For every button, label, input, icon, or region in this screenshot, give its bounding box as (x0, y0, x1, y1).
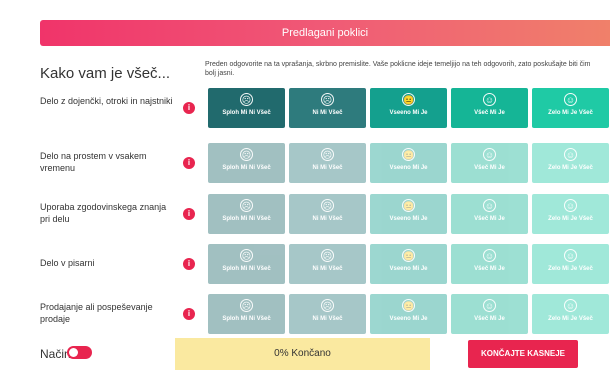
option-label: Vseeno Mi Je (389, 316, 428, 322)
option-button-5[interactable]: ☺ Zelo Mi Je Všeč (532, 194, 609, 234)
question-label: Delo v pisarni (40, 258, 95, 268)
question-row: Prodajanje ali pospeševanje prodaje i ☹ Spl… (0, 294, 610, 344)
option-button-2[interactable]: ☹ Ni Mi Všeč (289, 294, 366, 334)
option-button-2[interactable]: ☹ Ni Mi Všeč (289, 194, 366, 234)
happy-face-icon: ☺ (483, 148, 496, 161)
neutral-face-icon: 😐 (402, 93, 415, 106)
option-label: Ni Mi Všeč (312, 110, 343, 116)
option-button-3[interactable]: 😐 Vseeno Mi Je (370, 244, 447, 284)
option-button-3[interactable]: 😐 Vseeno Mi Je (370, 194, 447, 234)
option-label: Zelo Mi Je Všeč (548, 316, 593, 322)
option-button-5[interactable]: ☺ Zelo Mi Je Všeč (532, 88, 609, 128)
toggle-knob (69, 348, 78, 357)
question-label: Delo na prostem v vsakem vremenu (40, 151, 147, 173)
option-button-1[interactable]: ☹ Sploh Mi Ni Všeč (208, 294, 285, 334)
option-button-5[interactable]: ☺ Zelo Mi Je Všeč (532, 294, 609, 334)
option-label: Sploh Mi Ni Všeč (222, 266, 271, 272)
option-label: Zelo Mi Je Všeč (548, 266, 593, 272)
very-sad-face-icon: ☹ (240, 148, 253, 161)
option-label: Sploh Mi Ni Všeč (222, 216, 271, 222)
option-label: Všeč Mi Je (474, 216, 505, 222)
happy-face-icon: ☺ (483, 299, 496, 312)
option-button-5[interactable]: ☺ Zelo Mi Je Všeč (532, 244, 609, 284)
option-button-4[interactable]: ☺ Všeč Mi Je (451, 143, 528, 183)
option-label: Ni Mi Všeč (312, 316, 343, 322)
question-label: Uporaba zgodovinskega znanja pri delu (40, 202, 167, 224)
neutral-face-icon: 😐 (402, 199, 415, 212)
option-label: Vseeno Mi Je (389, 266, 428, 272)
option-button-4[interactable]: ☺ Všeč Mi Je (451, 294, 528, 334)
option-label: Ni Mi Všeč (312, 165, 343, 171)
option-label: Všeč Mi Je (474, 110, 505, 116)
instructions-text: Preden odgovorite na ta vprašanja, skrbn… (205, 61, 591, 77)
info-icon[interactable]: i (183, 208, 195, 220)
sad-face-icon: ☹ (321, 199, 334, 212)
option-label: Sploh Mi Ni Všeč (222, 316, 271, 322)
option-label: Ni Mi Všeč (312, 216, 343, 222)
neutral-face-icon: 😐 (402, 249, 415, 262)
very-happy-face-icon: ☺ (564, 249, 577, 262)
option-button-1[interactable]: ☹ Sploh Mi Ni Všeč (208, 194, 285, 234)
option-button-5[interactable]: ☺ Zelo Mi Je Všeč (532, 143, 609, 183)
option-label: Vseeno Mi Je (389, 165, 428, 171)
neutral-face-icon: 😐 (402, 299, 415, 312)
option-label: Všeč Mi Je (474, 266, 505, 272)
very-sad-face-icon: ☹ (240, 299, 253, 312)
option-button-3[interactable]: 😐 Vseeno Mi Je (370, 294, 447, 334)
option-label: Zelo Mi Je Všeč (548, 110, 593, 116)
question-row: Uporaba zgodovinskega znanja pri delu i ☹ S… (0, 194, 610, 244)
question-row: Delo na prostem v vsakem vremenu i ☹ Sploh … (0, 143, 610, 193)
option-button-2[interactable]: ☹ Ni Mi Všeč (289, 88, 366, 128)
option-button-2[interactable]: ☹ Ni Mi Všeč (289, 244, 366, 284)
info-icon[interactable]: i (183, 308, 195, 320)
option-label: Sploh Mi Ni Všeč (222, 165, 271, 171)
very-happy-face-icon: ☺ (564, 199, 577, 212)
sad-face-icon: ☹ (321, 249, 334, 262)
very-happy-face-icon: ☺ (564, 93, 577, 106)
question-label: Prodajanje ali pospeševanje prodaje (40, 302, 153, 324)
happy-face-icon: ☺ (483, 249, 496, 262)
sad-face-icon: ☹ (321, 148, 334, 161)
option-button-4[interactable]: ☺ Všeč Mi Je (451, 244, 528, 284)
question-label: Delo z dojenčki, otroki in najstniki (40, 96, 173, 106)
option-label: Vseeno Mi Je (389, 216, 428, 222)
mode-toggle[interactable] (67, 346, 92, 359)
option-label: Vseeno Mi Je (389, 110, 428, 116)
question-row: Delo z dojenčki, otroki in najstniki i ☹ Sp… (0, 88, 610, 138)
info-icon[interactable]: i (183, 258, 195, 270)
very-sad-face-icon: ☹ (240, 249, 253, 262)
option-button-3[interactable]: 😐 Vseeno Mi Je (370, 88, 447, 128)
option-button-4[interactable]: ☺ Všeč Mi Je (451, 88, 528, 128)
option-label: Ni Mi Všeč (312, 266, 343, 272)
option-button-4[interactable]: ☺ Všeč Mi Je (451, 194, 528, 234)
very-happy-face-icon: ☺ (564, 148, 577, 161)
sad-face-icon: ☹ (321, 299, 334, 312)
option-label: Sploh Mi Ni Všeč (222, 110, 271, 116)
option-label: Zelo Mi Je Všeč (548, 216, 593, 222)
happy-face-icon: ☺ (483, 199, 496, 212)
info-icon[interactable]: i (183, 102, 195, 114)
banner-title: Predlagani poklici (40, 20, 610, 46)
happy-face-icon: ☺ (483, 93, 496, 106)
option-button-3[interactable]: 😐 Vseeno Mi Je (370, 143, 447, 183)
neutral-face-icon: 😐 (402, 148, 415, 161)
mode-label: Način (40, 347, 71, 361)
option-label: Všeč Mi Je (474, 165, 505, 171)
option-button-1[interactable]: ☹ Sploh Mi Ni Všeč (208, 244, 285, 284)
option-label: Zelo Mi Je Všeč (548, 165, 593, 171)
option-button-1[interactable]: ☹ Sploh Mi Ni Všeč (208, 143, 285, 183)
very-sad-face-icon: ☹ (240, 199, 253, 212)
page-title: Kako vam je všeč... (40, 65, 171, 82)
sad-face-icon: ☹ (321, 93, 334, 106)
very-happy-face-icon: ☺ (564, 299, 577, 312)
finish-later-button[interactable]: KONČAJTE KASNEJE (468, 340, 578, 368)
progress-status: 0% Končano (175, 338, 430, 370)
option-label: Všeč Mi Je (474, 316, 505, 322)
option-button-1[interactable]: ☹ Sploh Mi Ni Všeč (208, 88, 285, 128)
question-row: Delo v pisarni i ☹ Sploh Mi Ni Všeč ☹ Ni Mi V… (0, 244, 610, 294)
very-sad-face-icon: ☹ (240, 93, 253, 106)
info-icon[interactable]: i (183, 157, 195, 169)
option-button-2[interactable]: ☹ Ni Mi Všeč (289, 143, 366, 183)
